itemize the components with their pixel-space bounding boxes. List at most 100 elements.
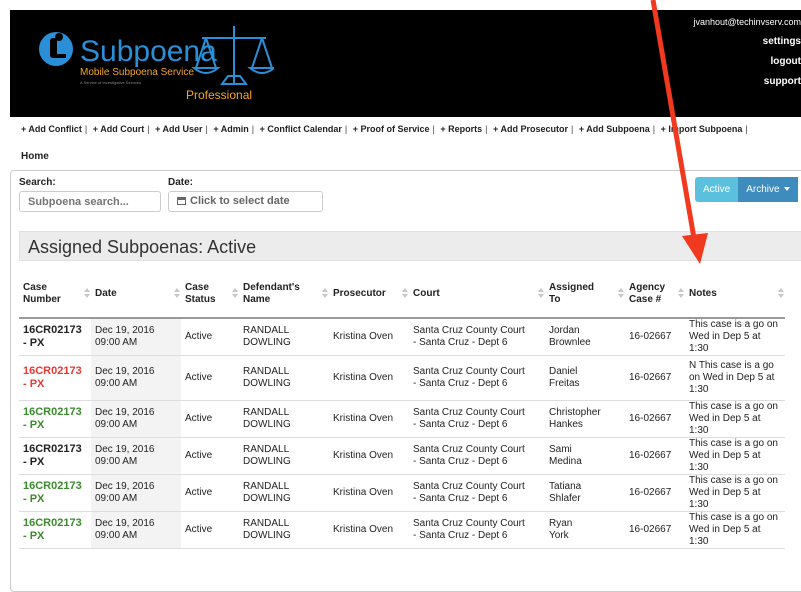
court-cell: Santa Cruz County Court - Santa Cruz - De…	[409, 511, 545, 549]
date-cell: Dec 19, 2016 09:00 AM	[91, 355, 181, 401]
defendant-cell: RANDALL DOWLING	[239, 400, 329, 438]
case-number[interactable]: 16CR02173- PX	[19, 318, 91, 356]
column-header[interactable]: Agency Case #	[625, 271, 685, 319]
prosecutor-cell: Kristina Oven	[329, 511, 409, 549]
separator: |	[344, 124, 348, 134]
search-label: Search:	[19, 177, 56, 188]
date-placeholder: Click to select date	[190, 195, 290, 207]
date-cell: Dec 19, 2016 09:00 AM	[91, 474, 181, 512]
table-row[interactable]: 16CR02173- PX Dec 19, 2016 09:00 AM Active R…	[19, 318, 785, 356]
agency-case-cell: 16-02667	[625, 474, 685, 512]
date-cell: Dec 19, 2016 09:00 AM	[91, 437, 181, 475]
defendant-cell: RANDALL DOWLING	[239, 511, 329, 549]
search-input[interactable]	[19, 191, 161, 212]
active-button[interactable]: Active	[695, 177, 739, 202]
defendant-cell: RANDALL DOWLING	[239, 437, 329, 475]
archive-dropdown-button[interactable]: Archive	[738, 177, 799, 202]
agency-case-cell: 16-02667	[625, 511, 685, 549]
conflict-calendar-link[interactable]: + Conflict Calendar	[260, 124, 342, 134]
subpoena-logo[interactable]: Subpoena Mobile Subpoena Service A Servi…	[34, 24, 274, 114]
separator: |	[432, 124, 435, 134]
assigned-cell: Christopher Hankes	[545, 400, 625, 438]
table-header-row: Case Number Date Case Status Defendant's Na…	[19, 271, 785, 319]
assigned-cell: Jordan Brownlee	[545, 318, 625, 356]
notes-cell: This case is a go on Wed in Dep 5 at 1:30	[685, 400, 785, 438]
date-cell: Dec 19, 2016 09:00 AM	[91, 511, 181, 549]
subpoena-table: Case Number Date Case Status Defendant's Na…	[19, 271, 785, 549]
table-row[interactable]: 16CR02173- PX Dec 19, 2016 09:00 AM Active R…	[19, 400, 785, 438]
user-menu: jvanhout@techinvserv.com settings logout…	[693, 16, 801, 92]
court-cell: Santa Cruz County Court - Santa Cruz - De…	[409, 318, 545, 356]
table-row[interactable]: 16CR02173- PX Dec 19, 2016 09:00 AM Active R…	[19, 437, 785, 475]
case-number[interactable]: 16CR02173- PX	[19, 511, 91, 549]
column-header[interactable]: Prosecutor	[329, 271, 409, 319]
defendant-cell: RANDALL DOWLING	[239, 474, 329, 512]
prosecutor-cell: Kristina Oven	[329, 318, 409, 356]
add-prosecutor-link[interactable]: + Add Prosecutor	[493, 124, 568, 134]
separator: |	[745, 124, 748, 134]
logo-tagline: Professional	[186, 88, 252, 102]
court-cell: Santa Cruz County Court - Santa Cruz - De…	[409, 400, 545, 438]
notes-cell: N This case is a go on Wed in Dep 5 at 1:3…	[685, 355, 785, 401]
breadcrumb-home[interactable]: Home	[21, 151, 49, 162]
table-row[interactable]: 16CR02173- PX Dec 19, 2016 09:00 AM Active R…	[19, 355, 785, 401]
column-header[interactable]: Assigned To	[545, 271, 625, 319]
prosecutor-cell: Kristina Oven	[329, 355, 409, 401]
add-subpoena-link[interactable]: + Add Subpoena	[579, 124, 650, 134]
defendant-cell: RANDALL DOWLING	[239, 318, 329, 356]
assigned-cell: Sami Medina	[545, 437, 625, 475]
date-label: Date:	[168, 177, 194, 188]
proof-of-service-link[interactable]: + Proof of Service	[353, 124, 430, 134]
table-row[interactable]: 16CR02173- PX Dec 19, 2016 09:00 AM Active R…	[19, 511, 785, 549]
support-link[interactable]: support	[693, 72, 801, 92]
prosecutor-cell: Kristina Oven	[329, 474, 409, 512]
reports-link[interactable]: + Reports	[440, 124, 482, 134]
separator: |	[652, 124, 656, 134]
status-cell: Active	[181, 318, 239, 356]
separator: |	[251, 124, 255, 134]
action-bar: + Add Conflict | + Add Court | + Add User |…	[21, 124, 801, 134]
column-header[interactable]: Defendant's Name	[239, 271, 329, 319]
add-conflict-link[interactable]: + Add Conflict	[21, 124, 82, 134]
separator: |	[84, 124, 88, 134]
logo-subtitle: Mobile Subpoena Service	[80, 67, 194, 78]
court-cell: Santa Cruz County Court - Santa Cruz - De…	[409, 474, 545, 512]
settings-link[interactable]: settings	[693, 32, 801, 52]
date-cell: Dec 19, 2016 09:00 AM	[91, 400, 181, 438]
case-number[interactable]: 16CR02173- PX	[19, 400, 91, 438]
case-number[interactable]: 16CR02173- PX	[19, 355, 91, 401]
logo-title: Subpoena	[80, 35, 217, 68]
defendant-cell: RANDALL DOWLING	[239, 355, 329, 401]
agency-case-cell: 16-02667	[625, 318, 685, 356]
court-cell: Santa Cruz County Court - Santa Cruz - De…	[409, 437, 545, 475]
admin-link[interactable]: + Admin	[213, 124, 248, 134]
status-cell: Active	[181, 355, 239, 401]
calendar-icon	[177, 197, 186, 205]
logout-link[interactable]: logout	[693, 52, 801, 72]
column-header[interactable]: Court	[409, 271, 545, 319]
status-toggle: Active Archive	[695, 177, 799, 202]
column-header[interactable]: Date	[91, 271, 181, 319]
date-picker[interactable]: Click to select date	[168, 191, 323, 212]
logo-small: A Service of Investigative Services	[80, 80, 141, 85]
section-title: Assigned Subpoenas: Active	[19, 231, 801, 261]
column-header[interactable]: Case Number	[19, 271, 91, 319]
archive-label: Archive	[746, 184, 780, 195]
table-row[interactable]: 16CR02173- PX Dec 19, 2016 09:00 AM Active R…	[19, 474, 785, 512]
separator: |	[570, 124, 574, 134]
column-header[interactable]: Notes	[685, 271, 785, 319]
case-number[interactable]: 16CR02173- PX	[19, 474, 91, 512]
add-user-link[interactable]: + Add User	[155, 124, 202, 134]
app-header: Subpoena Mobile Subpoena Service A Servi…	[10, 10, 801, 117]
add-court-link[interactable]: + Add Court	[93, 124, 144, 134]
subpoena-panel: Search: Date: Click to select date Activ…	[10, 170, 801, 592]
separator: |	[205, 124, 208, 134]
separator: |	[485, 124, 488, 134]
agency-case-cell: 16-02667	[625, 437, 685, 475]
status-cell: Active	[181, 474, 239, 512]
import-subpoena-link[interactable]: + Import Subpoena	[661, 124, 743, 134]
column-header[interactable]: Case Status	[181, 271, 239, 319]
date-cell: Dec 19, 2016 09:00 AM	[91, 318, 181, 356]
separator: |	[147, 124, 150, 134]
case-number[interactable]: 16CR02173- PX	[19, 437, 91, 475]
